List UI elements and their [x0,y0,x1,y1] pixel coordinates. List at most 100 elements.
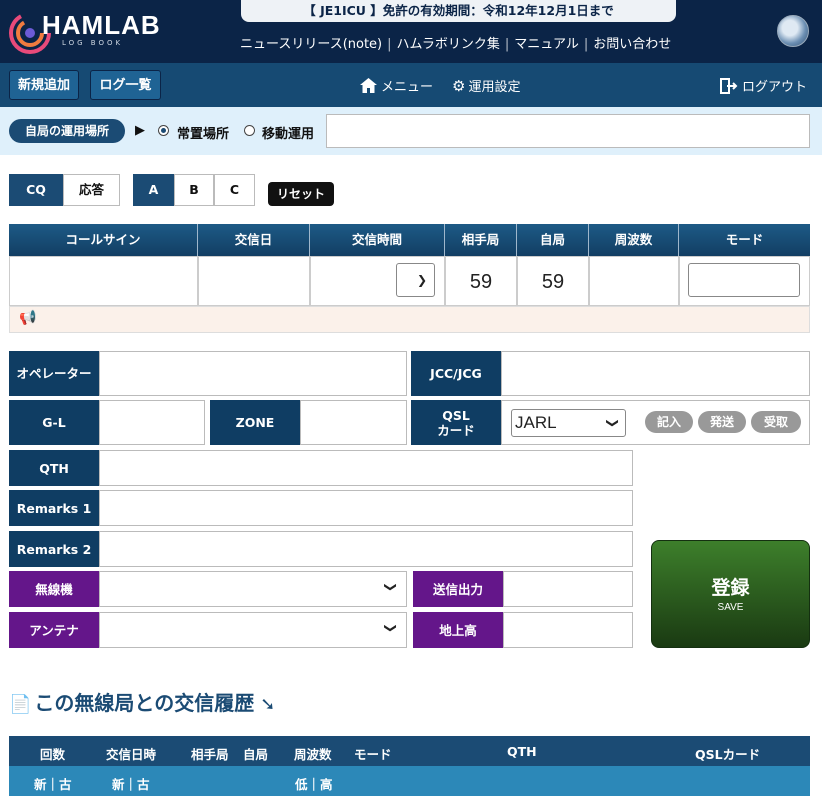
zone-label: ZONE [210,400,300,445]
slot-c-toggle[interactable]: C [214,174,255,206]
hist-col-my: 自局 [243,747,269,762]
hist-col-datetime: 交信日時 [106,747,157,762]
height-input[interactable] [503,612,633,648]
arrow-icon: ▶ [135,123,145,138]
callsign-input[interactable] [9,256,198,306]
megaphone-icon[interactable]: 📢 [19,310,36,326]
operator-label: オペレーター [9,351,99,396]
qth-label: QTH [9,450,99,486]
location-badge: 自局の運用場所 [9,119,125,143]
menu-label: メニュー [381,80,434,95]
top-links: ニュースリリース(note) | ハムラボリンク集 | マニュアル | お問い合わせ [240,37,672,52]
mobile-label[interactable]: 移動運用 [262,123,314,142]
radio-select[interactable]: ❯ [99,571,407,607]
remarks2-input[interactable] [99,531,633,567]
avatar[interactable] [777,15,809,47]
location-input[interactable] [326,114,810,148]
logo-text: HAMLAB [42,10,161,40]
sort-count[interactable]: 新｜古 [34,774,72,793]
qsl-label-line1: QSL [442,407,470,423]
col-my-rst: 自局 [517,224,589,256]
history-title: 📄 この無線局との交信履歴 ➘ [9,687,275,716]
gl-input[interactable] [99,400,205,445]
menu-link[interactable]: メニュー [360,76,433,95]
new-entry-button[interactable]: 新規追加 [9,70,79,100]
save-button[interactable]: 登録 SAVE [651,540,810,648]
date-input[interactable] [198,256,310,306]
chevron-down-icon: ❯ [383,622,398,634]
save-label: 登録 [711,577,750,599]
qsl-write-button[interactable]: 記入 [645,411,693,433]
cq-toggle[interactable]: CQ [9,174,63,206]
jcc-input[interactable] [501,351,810,396]
qsl-send-button[interactable]: 発送 [698,411,746,433]
save-sublabel: SAVE [717,602,744,613]
history-title-text: この無線局との交信履歴 [34,691,255,715]
timezone-select[interactable]: ❯ [396,263,435,297]
my-rst-input[interactable]: 59 [517,256,589,306]
answer-toggle[interactable]: 応答 [63,174,120,206]
jcc-label: JCC/JCG [411,351,501,396]
col-their-rst: 相手局 [445,224,517,256]
col-date: 交信日 [198,224,310,256]
sort-datetime[interactable]: 新｜古 [112,774,150,793]
history-table-header: 回数 交信日時 相手局 自局 周波数 モード QTH QSLカード [9,736,810,766]
remarks1-label: Remarks 1 [9,490,99,526]
col-time: 交信時間 [310,224,445,256]
mode-select[interactable] [688,263,800,297]
log-list-button[interactable]: ログ一覧 [90,70,161,100]
radio-mobile[interactable] [244,125,255,136]
their-rst-input[interactable]: 59 [445,256,517,306]
operator-input[interactable] [99,351,407,396]
document-icon: 📄 [9,694,32,715]
qth-input[interactable] [99,450,633,486]
logout-label: ログアウト [742,80,808,95]
height-label: 地上高 [413,612,503,648]
logout-link[interactable]: ログアウト [720,76,807,95]
hist-col-qsl: QSLカード [695,747,761,762]
remarks2-label: Remarks 2 [9,531,99,567]
settings-link[interactable]: ⚙ 運用設定 [452,76,520,95]
logo-subtext: LOG BOOK [62,39,124,47]
gear-icon: ⚙ [452,77,466,95]
slot-a-toggle[interactable]: A [133,174,174,206]
hist-col-their: 相手局 [191,747,229,762]
col-mode: モード [679,224,810,256]
remarks1-input[interactable] [99,490,633,526]
antenna-select[interactable]: ❯ [99,612,407,648]
frequency-input[interactable] [589,256,679,306]
reset-button[interactable]: リセット [268,182,334,206]
qsl-card-label: QSL カード [411,400,501,445]
power-label: 送信出力 [413,571,503,607]
history-sort-row: 新｜古 新｜古 低｜高 [9,766,810,796]
qsl-select[interactable]: JARL ❯ [511,409,626,437]
fixed-label[interactable]: 常置場所 [177,123,229,142]
arrow-down-right-icon: ➘ [260,694,276,715]
settings-label: 運用設定 [468,80,521,95]
sort-frequency[interactable]: 低｜高 [295,774,333,793]
slot-b-toggle[interactable]: B [174,174,214,206]
memo-bar: 📢 [9,306,810,333]
qsl-receive-button[interactable]: 受取 [751,411,801,433]
radio-label: 無線機 [9,571,99,607]
chevron-down-icon: ❯ [383,581,398,593]
zone-input[interactable] [300,400,407,445]
radio-fixed[interactable] [158,125,169,136]
nav-bar: 新規追加 ログ一覧 メニュー ⚙ 運用設定 ログアウト [0,63,822,107]
antenna-label: アンテナ [9,612,99,648]
qsl-label-line2: カード [437,422,475,438]
col-frequency: 周波数 [589,224,679,256]
hist-col-count: 回数 [40,747,66,762]
power-input[interactable] [503,571,633,607]
link-manual[interactable]: マニュアル [514,37,579,52]
chevron-down-icon: ❯ [416,273,427,287]
top-header: HAMLAB LOG BOOK 【 JE1ICU 】免許の有効期間：令和12年1… [0,0,822,63]
hist-col-frequency: 周波数 [294,747,332,762]
gl-label: G-L [9,400,99,445]
logout-icon [720,78,738,94]
qsl-select-value: JARL [515,413,557,432]
col-callsign: コールサイン [9,224,198,256]
link-news[interactable]: ニュースリリース(note) [240,37,382,52]
link-hamlab-links[interactable]: ハムラボリンク集 [397,37,500,52]
link-contact[interactable]: お問い合わせ [593,37,671,52]
